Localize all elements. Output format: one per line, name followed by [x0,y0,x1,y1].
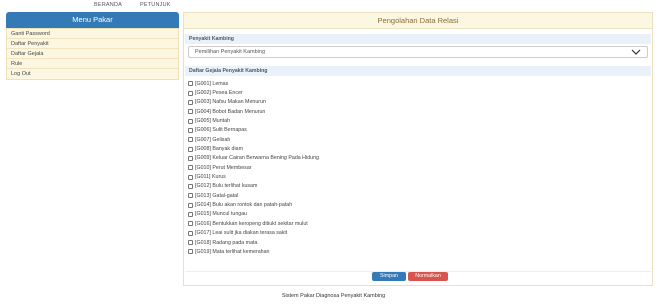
symptom-label: [G007] Gelisah [195,136,231,143]
symptom-label: [G011] Kurus [195,174,226,181]
sidebar-item-daftar-penyakit[interactable]: Daftar Penyakit [7,39,178,49]
symptom-checkbox[interactable] [188,249,193,255]
symptom-label: [G012] Bulu terlihat kusam [195,183,258,190]
symptom-item[interactable]: [G019] Mata terlihat kemerahan [188,247,648,256]
symptom-checkbox[interactable] [188,211,193,217]
symptom-checkbox[interactable] [188,240,193,246]
symptom-label: [G014] Bulu akan rontok dan patah-patah [195,202,293,209]
symptom-label: [G016] Bentukkan keropeng ditiukt sekita… [195,220,308,227]
chevron-down-icon [631,49,641,55]
symptom-checkbox[interactable] [188,90,193,96]
symptom-label: [G019] Mata terlihat kemerahan [195,248,270,255]
symptom-checkbox[interactable] [188,174,193,180]
symptom-item[interactable]: [G011] Kurus [188,172,648,181]
symptom-label: [G010] Perut Membesar [195,164,252,171]
symptom-label: [G008] Banyak diam [195,146,243,153]
sidebar-menu: Ganti Password Daftar Penyakit Daftar Ge… [6,28,179,80]
symptom-item[interactable]: [G013] Gatal-gatal [188,191,648,200]
symptom-item[interactable]: [G001] Lemas [188,79,648,88]
symptom-label: [G009] Keluar Cairan Berwarna Bening Pad… [195,155,319,162]
symptom-checkbox[interactable] [188,165,193,171]
footer-text: Sistem Pakar Diagnosa Penyakit Kambing [281,293,386,299]
symptom-label: [G013] Gatal-gatal [195,192,239,199]
symptom-label: [G002] Pesea Encer [195,90,243,97]
symptom-list: [G001] Lemas [G002] Pesea Encer [G003] Naf… [188,79,648,257]
symptom-item[interactable]: [G009] Keluar Cairan Berwarna Bening Pad… [188,154,648,163]
symptom-checkbox[interactable] [188,193,193,199]
symptom-label: [G004] Bobot Badan Menurun [195,108,266,115]
symptom-label: [G015] Muncul tungau [195,211,248,218]
symptom-item[interactable]: [G007] Gelisah [188,135,648,144]
symptom-checkbox[interactable] [188,202,193,208]
symptom-checkbox[interactable] [188,155,193,161]
symptom-label: [G018] Radang pada mata [195,239,258,246]
save-button[interactable]: Simpan [372,272,406,281]
symptoms-section-label: Daftar Gejala Penyakit Kambing [185,66,651,76]
symptom-item[interactable]: [G005] Muntah [188,116,648,125]
reset-button[interactable]: Normalkan [408,272,448,281]
symptom-checkbox[interactable] [188,183,193,189]
sidebar-item-rule[interactable]: Rule [7,59,178,69]
symptom-item[interactable]: [G015] Muncul tungau [188,210,648,219]
symptom-checkbox[interactable] [188,118,193,124]
symptom-item[interactable]: [G006] Sulit Bernapas [188,126,648,135]
symptom-label: [G001] Lemas [195,80,229,87]
symptom-item[interactable]: [G017] Leai sulit jka diakan terasa saki… [188,229,648,238]
nav-link-petunjuk[interactable]: PETUNJUK [140,2,171,8]
symptom-checkbox[interactable] [188,137,193,143]
nav-link-beranda[interactable]: BERANDA [94,2,122,8]
sidebar-item-ganti-password[interactable]: Ganti Password [7,29,178,39]
disease-section-label: Penyakit Kambing [185,34,651,44]
symptom-item[interactable]: [G016] Bentukkan keropeng ditiukt sekita… [188,219,648,228]
page-title: Pengolahan Data Relasi [184,13,652,29]
symptom-item[interactable]: [G004] Bobot Badan Menurun [188,107,648,116]
symptom-checkbox[interactable] [188,127,193,133]
symptom-item[interactable]: [G018] Radang pada mata [188,238,648,247]
disease-select[interactable]: Pemilihan Penyakit Kambing [188,46,648,58]
symptom-checkbox[interactable] [188,81,193,87]
disease-select-value: Pemilihan Penyakit Kambing [195,49,266,55]
symptom-item[interactable]: [G010] Perut Membesar [188,163,648,172]
sidebar-item-daftar-gejala[interactable]: Daftar Gejala [7,49,178,59]
relation-panel: Pengolahan Data Relasi Penyakit Kambing … [183,12,653,286]
symptom-label: [G003] Nafsu Makan Menurun [195,99,266,106]
symptom-item[interactable]: [G003] Nafsu Makan Menurun [188,98,648,107]
symptom-checkbox[interactable] [188,230,193,236]
symptom-checkbox[interactable] [188,221,193,227]
symptom-label: [G005] Muntah [195,118,231,125]
sidebar-item-log-out[interactable]: Log Out [7,69,178,79]
symptom-checkbox[interactable] [188,146,193,152]
sidebar: Menu Pakar Ganti Password Daftar Penyaki… [6,12,179,80]
symptom-item[interactable]: [G008] Banyak diam [188,144,648,153]
top-navigation: BERANDA PETUNJUK [0,0,667,12]
symptom-checkbox[interactable] [188,109,193,115]
symptom-checkbox[interactable] [188,99,193,105]
symptom-item[interactable]: [G012] Bulu terlihat kusam [188,182,648,191]
symptom-label: [G006] Sulit Bernapas [195,127,247,134]
symptom-item[interactable]: [G002] Pesea Encer [188,88,648,97]
symptom-label: [G017] Leai sulit jka diakan terasa saki… [195,230,288,237]
sidebar-title: Menu Pakar [6,12,179,28]
symptom-item[interactable]: [G014] Bulu akan rontok dan patah-patah [188,200,648,209]
